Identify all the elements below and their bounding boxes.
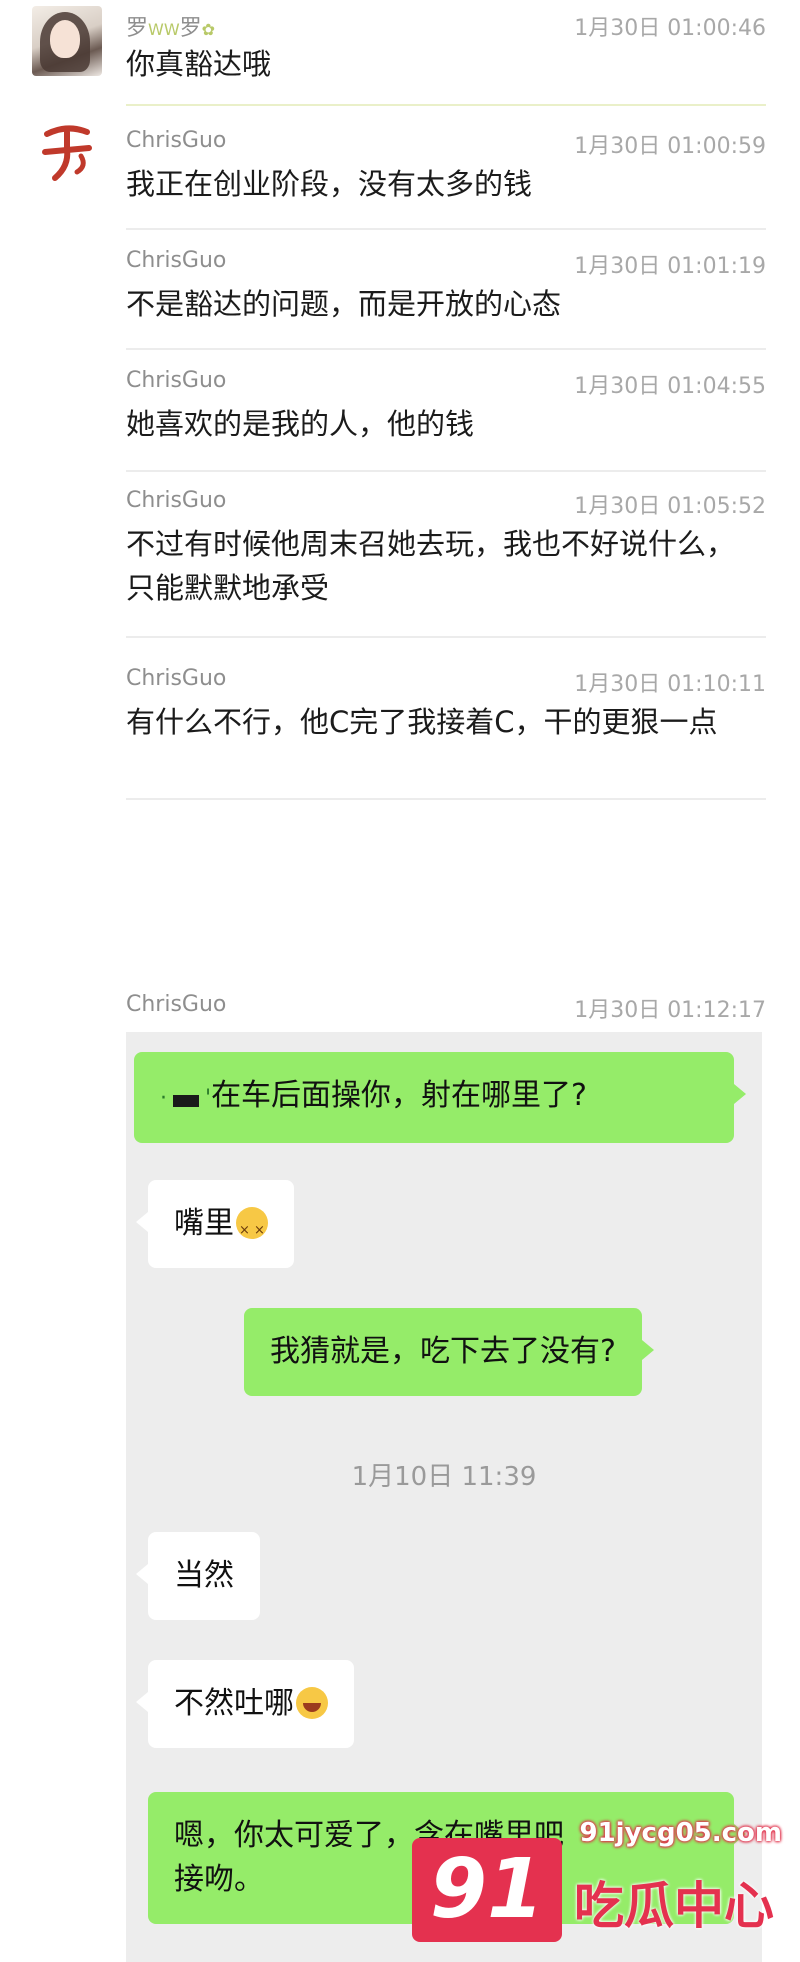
message-text: 不是豁达的问题，而是开放的心态: [126, 287, 562, 321]
divider: [126, 798, 766, 800]
chat-message[interactable]: ChrisGuo 1月30日 01:12:17: [0, 802, 800, 1032]
message-time: 1月30日 01:12:17: [574, 998, 766, 1023]
message-time: 1月30日 01:00:59: [574, 134, 766, 159]
chat-message[interactable]: 罗WW罗✿ 1月30日 01:00:46 你真豁达哦: [0, 0, 800, 110]
message-time: 1月30日 01:10:11: [574, 672, 766, 697]
chat-bubble-received: 当然: [136, 1532, 260, 1620]
user-photo-avatar-icon[interactable]: [32, 6, 102, 76]
chat-bubble-received: 嘴里: [136, 1180, 294, 1268]
chat-bubble-received: 不然吐哪: [136, 1660, 354, 1748]
message-text: 她喜欢的是我的人，他的钱: [126, 407, 475, 441]
chat-timestamp: 1月10日 11:39: [351, 1462, 537, 1492]
chat-message[interactable]: ChrisGuo 1月30日 01:10:11 有什么不行，他C完了我接着C，干…: [0, 640, 800, 802]
chat-message[interactable]: ChrisGuo 1月30日 01:05:52 不过有时候他周末召她去玩，我也不…: [0, 470, 800, 640]
watermark-logo: 91: [412, 1838, 562, 1942]
chat-bubble-sent: · '在车后面操你，射在哪里了?: [134, 1052, 746, 1143]
seal-avatar-icon[interactable]: [32, 118, 102, 188]
message-text: 我正在创业阶段，没有太多的钱: [126, 167, 533, 201]
chat-bubble-sent: 我猜就是，吃下去了没有?: [244, 1308, 654, 1396]
laughing-emoji-icon: [296, 1687, 328, 1719]
chat-message[interactable]: ChrisGuo 1月30日 01:01:19 不是豁达的问题，而是开放的心态: [0, 230, 800, 350]
chat-history-page: 罗WW罗✿ 1月30日 01:00:46 你真豁达哦 ChrisGuo 1月30…: [0, 0, 800, 1962]
sender-name: ChrisGuo: [126, 992, 227, 1017]
chat-message[interactable]: ChrisGuo 1月30日 01:00:59 我正在创业阶段，没有太多的钱: [0, 110, 800, 230]
sender-name: ChrisGuo: [126, 666, 227, 691]
message-time: 1月30日 01:01:19: [574, 254, 766, 279]
sender-name: ChrisGuo: [126, 488, 227, 513]
message-text: 不过有时候他周末召她去玩，我也不好说什么，只能默默地承受: [126, 527, 736, 605]
divider: [126, 104, 766, 106]
message-time: 1月30日 01:04:55: [574, 374, 766, 399]
watermark-name: 吃瓜中心: [574, 1877, 774, 1935]
sender-name: 罗WW罗✿: [126, 16, 216, 41]
sender-name: ChrisGuo: [126, 248, 227, 273]
chat-message[interactable]: ChrisGuo 1月30日 01:04:55 她喜欢的是我的人，他的钱: [0, 350, 800, 472]
sender-name: ChrisGuo: [126, 368, 227, 393]
dizzy-face-emoji-icon: [236, 1207, 268, 1253]
message-text: 你真豁达哦: [126, 47, 272, 81]
message-time: 1月30日 01:05:52: [574, 494, 766, 519]
message-time: 1月30日 01:00:46: [574, 16, 766, 41]
sender-name: ChrisGuo: [126, 128, 227, 153]
message-text: 有什么不行，他C完了我接着C，干的更狠一点: [126, 705, 718, 739]
censor-bar: [173, 1095, 199, 1107]
watermark-url: 91jycg05.com: [579, 1818, 783, 1848]
divider: [126, 636, 766, 638]
